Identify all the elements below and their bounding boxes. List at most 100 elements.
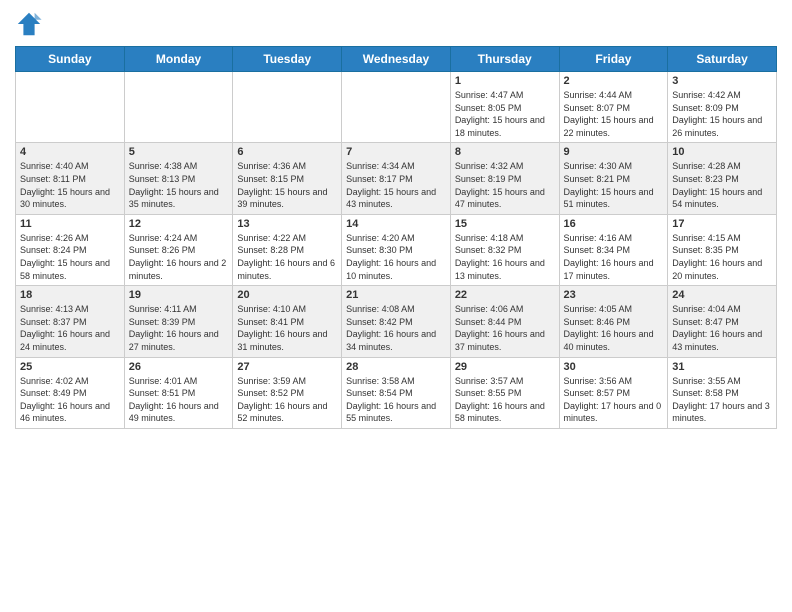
day-info: Sunrise: 4:24 AMSunset: 8:26 PMDaylight:… — [129, 232, 229, 282]
calendar-day-cell: 16 Sunrise: 4:16 AMSunset: 8:34 PMDayligh… — [559, 214, 668, 285]
day-info: Sunrise: 4:44 AMSunset: 8:07 PMDaylight:… — [564, 89, 664, 139]
calendar-day-cell: 28 Sunrise: 3:58 AMSunset: 8:54 PMDayligh… — [342, 357, 451, 428]
day-number: 14 — [346, 218, 446, 230]
day-number: 26 — [129, 361, 229, 373]
day-info: Sunrise: 3:55 AMSunset: 8:58 PMDaylight:… — [672, 375, 772, 425]
calendar-day-cell — [124, 72, 233, 143]
day-number: 24 — [672, 289, 772, 301]
day-number: 20 — [237, 289, 337, 301]
day-number: 27 — [237, 361, 337, 373]
day-info: Sunrise: 4:38 AMSunset: 8:13 PMDaylight:… — [129, 160, 229, 210]
calendar-day-cell: 7 Sunrise: 4:34 AMSunset: 8:17 PMDaylight… — [342, 143, 451, 214]
calendar-header-day: Monday — [124, 47, 233, 72]
calendar-day-cell: 29 Sunrise: 3:57 AMSunset: 8:55 PMDayligh… — [450, 357, 559, 428]
day-number: 23 — [564, 289, 664, 301]
day-info: Sunrise: 4:13 AMSunset: 8:37 PMDaylight:… — [20, 303, 120, 353]
day-info: Sunrise: 4:28 AMSunset: 8:23 PMDaylight:… — [672, 160, 772, 210]
calendar-day-cell: 18 Sunrise: 4:13 AMSunset: 8:37 PMDayligh… — [16, 286, 125, 357]
calendar-week-row: 1 Sunrise: 4:47 AMSunset: 8:05 PMDaylight… — [16, 72, 777, 143]
day-number: 13 — [237, 218, 337, 230]
calendar-day-cell — [233, 72, 342, 143]
day-number: 17 — [672, 218, 772, 230]
day-info: Sunrise: 4:18 AMSunset: 8:32 PMDaylight:… — [455, 232, 555, 282]
logo — [15, 10, 47, 38]
day-number: 28 — [346, 361, 446, 373]
calendar-day-cell: 19 Sunrise: 4:11 AMSunset: 8:39 PMDayligh… — [124, 286, 233, 357]
calendar-header-day: Sunday — [16, 47, 125, 72]
calendar-day-cell: 5 Sunrise: 4:38 AMSunset: 8:13 PMDaylight… — [124, 143, 233, 214]
calendar-week-row: 25 Sunrise: 4:02 AMSunset: 8:49 PMDayligh… — [16, 357, 777, 428]
calendar-day-cell: 3 Sunrise: 4:42 AMSunset: 8:09 PMDaylight… — [668, 72, 777, 143]
calendar-day-cell: 13Sunrise: 4:22 AMSunset: 8:28 PMDayligh… — [233, 214, 342, 285]
day-number: 19 — [129, 289, 229, 301]
calendar-day-cell: 25 Sunrise: 4:02 AMSunset: 8:49 PMDayligh… — [16, 357, 125, 428]
calendar-header-day: Wednesday — [342, 47, 451, 72]
day-number: 10 — [672, 146, 772, 158]
day-info: Sunrise: 4:04 AMSunset: 8:47 PMDaylight:… — [672, 303, 772, 353]
calendar-day-cell: 6 Sunrise: 4:36 AMSunset: 8:15 PMDaylight… — [233, 143, 342, 214]
calendar-day-cell: 22 Sunrise: 4:06 AMSunset: 8:44 PMDayligh… — [450, 286, 559, 357]
day-number: 18 — [20, 289, 120, 301]
day-info: Sunrise: 3:56 AMSunset: 8:57 PMDaylight:… — [564, 375, 664, 425]
calendar-week-row: 18 Sunrise: 4:13 AMSunset: 8:37 PMDayligh… — [16, 286, 777, 357]
calendar-day-cell: 12 Sunrise: 4:24 AMSunset: 8:26 PMDayligh… — [124, 214, 233, 285]
day-number: 16 — [564, 218, 664, 230]
calendar-day-cell — [16, 72, 125, 143]
day-number: 25 — [20, 361, 120, 373]
day-number: 29 — [455, 361, 555, 373]
calendar-day-cell: 2 Sunrise: 4:44 AMSunset: 8:07 PMDaylight… — [559, 72, 668, 143]
calendar-header-day: Friday — [559, 47, 668, 72]
day-number: 3 — [672, 75, 772, 87]
day-number: 7 — [346, 146, 446, 158]
calendar-day-cell: 24 Sunrise: 4:04 AMSunset: 8:47 PMDayligh… — [668, 286, 777, 357]
day-info: Sunrise: 4:02 AMSunset: 8:49 PMDaylight:… — [20, 375, 120, 425]
day-number: 21 — [346, 289, 446, 301]
day-number: 12 — [129, 218, 229, 230]
calendar-day-cell: 17 Sunrise: 4:15 AMSunset: 8:35 PMDayligh… — [668, 214, 777, 285]
day-info: Sunrise: 4:34 AMSunset: 8:17 PMDaylight:… — [346, 160, 446, 210]
day-info: Sunrise: 4:36 AMSunset: 8:15 PMDaylight:… — [237, 160, 337, 210]
day-info: Sunrise: 4:26 AMSunset: 8:24 PMDaylight:… — [20, 232, 120, 282]
day-number: 22 — [455, 289, 555, 301]
calendar-day-cell: 20 Sunrise: 4:10 AMSunset: 8:41 PMDayligh… — [233, 286, 342, 357]
day-number: 8 — [455, 146, 555, 158]
day-info: Sunrise: 4:06 AMSunset: 8:44 PMDaylight:… — [455, 303, 555, 353]
day-info: Sunrise: 4:10 AMSunset: 8:41 PMDaylight:… — [237, 303, 337, 353]
page: SundayMondayTuesdayWednesdayThursdayFrid… — [0, 0, 792, 612]
day-info: Sunrise: 4:15 AMSunset: 8:35 PMDaylight:… — [672, 232, 772, 282]
calendar-header-day: Tuesday — [233, 47, 342, 72]
calendar-day-cell: 31 Sunrise: 3:55 AMSunset: 8:58 PMDayligh… — [668, 357, 777, 428]
day-number: 9 — [564, 146, 664, 158]
day-info: Sunrise: 4:08 AMSunset: 8:42 PMDaylight:… — [346, 303, 446, 353]
calendar-day-cell: 30 Sunrise: 3:56 AMSunset: 8:57 PMDayligh… — [559, 357, 668, 428]
day-number: 31 — [672, 361, 772, 373]
day-info: Sunrise: 4:16 AMSunset: 8:34 PMDaylight:… — [564, 232, 664, 282]
calendar-day-cell: 23 Sunrise: 4:05 AMSunset: 8:46 PMDayligh… — [559, 286, 668, 357]
day-info: Sunrise: 4:42 AMSunset: 8:09 PMDaylight:… — [672, 89, 772, 139]
calendar-day-cell: 21 Sunrise: 4:08 AMSunset: 8:42 PMDayligh… — [342, 286, 451, 357]
day-info: Sunrise: 3:58 AMSunset: 8:54 PMDaylight:… — [346, 375, 446, 425]
calendar-day-cell: 9 Sunrise: 4:30 AMSunset: 8:21 PMDaylight… — [559, 143, 668, 214]
day-info: Sunrise: 4:40 AMSunset: 8:11 PMDaylight:… — [20, 160, 120, 210]
day-info: Sunrise: 3:57 AMSunset: 8:55 PMDaylight:… — [455, 375, 555, 425]
calendar-day-cell: 26Sunrise: 4:01 AMSunset: 8:51 PMDayligh… — [124, 357, 233, 428]
day-info: Sunrise: 4:32 AMSunset: 8:19 PMDaylight:… — [455, 160, 555, 210]
day-info: Sunrise: 4:47 AMSunset: 8:05 PMDaylight:… — [455, 89, 555, 139]
day-number: 5 — [129, 146, 229, 158]
calendar-day-cell: 8 Sunrise: 4:32 AMSunset: 8:19 PMDaylight… — [450, 143, 559, 214]
day-number: 2 — [564, 75, 664, 87]
day-info: Sunrise: 4:30 AMSunset: 8:21 PMDaylight:… — [564, 160, 664, 210]
day-number: 1 — [455, 75, 555, 87]
calendar-day-cell — [342, 72, 451, 143]
calendar-day-cell: 10 Sunrise: 4:28 AMSunset: 8:23 PMDayligh… — [668, 143, 777, 214]
calendar-week-row: 4Sunrise: 4:40 AMSunset: 8:11 PMDaylight… — [16, 143, 777, 214]
day-number: 11 — [20, 218, 120, 230]
calendar-day-cell: 1 Sunrise: 4:47 AMSunset: 8:05 PMDaylight… — [450, 72, 559, 143]
day-info: Sunrise: 4:11 AMSunset: 8:39 PMDaylight:… — [129, 303, 229, 353]
day-number: 30 — [564, 361, 664, 373]
calendar-day-cell: 27 Sunrise: 3:59 AMSunset: 8:52 PMDayligh… — [233, 357, 342, 428]
day-info: Sunrise: 4:05 AMSunset: 8:46 PMDaylight:… — [564, 303, 664, 353]
day-number: 6 — [237, 146, 337, 158]
day-info: Sunrise: 3:59 AMSunset: 8:52 PMDaylight:… — [237, 375, 337, 425]
header — [15, 10, 777, 38]
